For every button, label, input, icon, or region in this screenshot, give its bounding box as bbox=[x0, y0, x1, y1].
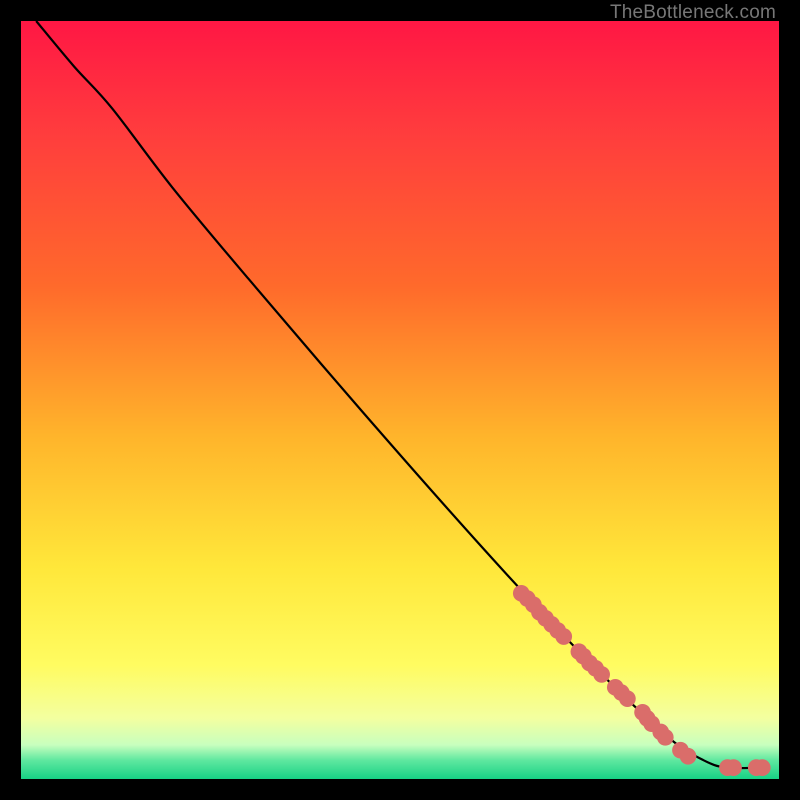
data-dot bbox=[657, 729, 674, 746]
chart-background bbox=[21, 21, 779, 779]
data-dot bbox=[619, 690, 636, 707]
chart-frame bbox=[21, 21, 779, 779]
data-dot bbox=[754, 759, 771, 776]
watermark-text: TheBottleneck.com bbox=[610, 2, 776, 24]
data-dot bbox=[725, 759, 742, 776]
data-dot bbox=[555, 628, 572, 645]
chart-plot bbox=[21, 21, 779, 779]
data-dot bbox=[680, 748, 697, 765]
data-dot bbox=[593, 666, 610, 683]
